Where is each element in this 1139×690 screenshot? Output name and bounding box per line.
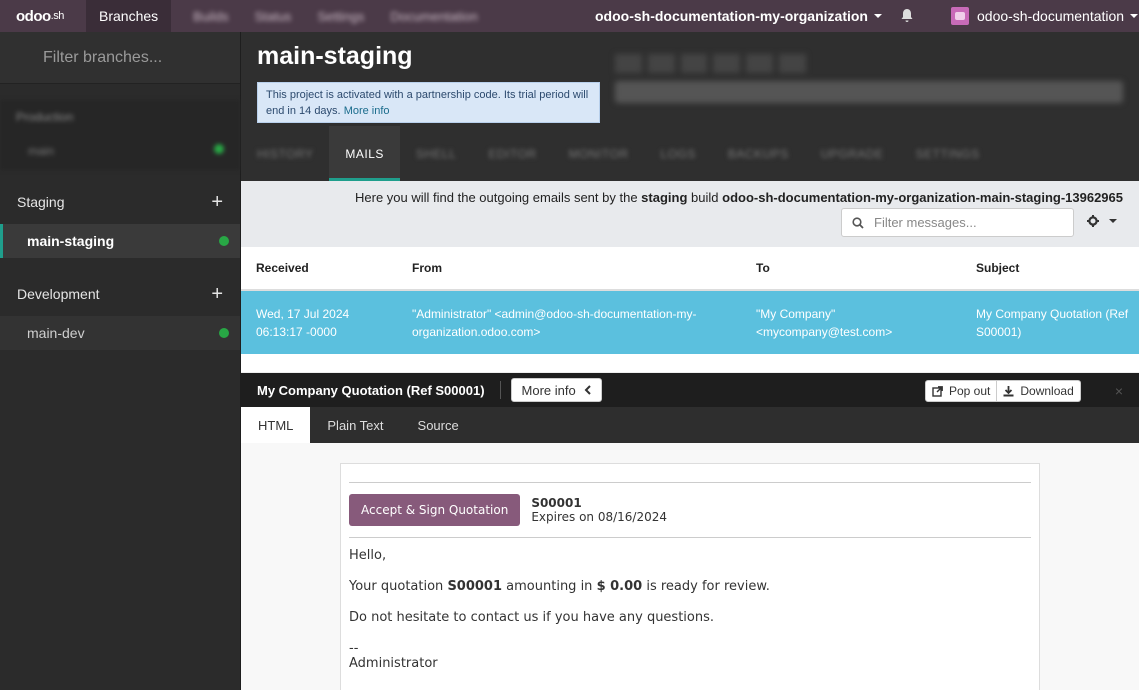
nav-item[interactable]: Status (255, 9, 292, 24)
tab-upgrade[interactable]: UPGRADE (805, 126, 900, 181)
mail-detail-bar: My Company Quotation (Ref S00001) More i… (241, 373, 1139, 407)
production-section: Production main (0, 100, 240, 170)
staging-header: Staging + (17, 191, 223, 213)
quotation-ref: S00001 (531, 496, 582, 510)
nav-item[interactable]: Builds (193, 9, 228, 24)
user-menu[interactable]: odoo-sh-documentation (951, 0, 1139, 32)
sidebar-item-main-staging[interactable]: main-staging (0, 224, 240, 258)
top-navbar: odoo .sh Branches Builds Status Settings … (0, 0, 1139, 32)
download-icon (1003, 385, 1014, 396)
caret-down-icon (1109, 219, 1117, 223)
trial-notice: This project is activated with a partner… (257, 82, 600, 123)
nav-blurred-items: Builds Status Settings Documentation (193, 9, 478, 24)
signature: Administrator (349, 656, 438, 671)
download-button[interactable]: Download (997, 380, 1081, 402)
nav-branches[interactable]: Branches (86, 0, 172, 32)
sidebar: Filter branches... Production main Stagi… (0, 32, 241, 690)
add-development-icon[interactable]: + (211, 284, 223, 304)
status-dot (219, 236, 229, 246)
nav-item[interactable]: Documentation (390, 9, 477, 24)
tab-shell[interactable]: SHELL (400, 126, 473, 181)
status-dot (214, 144, 224, 154)
tab-backups[interactable]: BACKUPS (712, 126, 805, 181)
branch-tabs: HISTORY MAILS SHELL EDITOR MONITOR LOGS … (241, 126, 996, 181)
filter-branches-input[interactable]: Filter branches... (0, 32, 240, 84)
tab-monitor[interactable]: MONITOR (553, 126, 645, 181)
tab-history[interactable]: HISTORY (241, 126, 329, 181)
caret-down-icon (873, 14, 882, 18)
avatar (951, 7, 969, 25)
filter-messages-input[interactable]: Filter messages... (841, 208, 1074, 237)
page-title: main-staging (257, 42, 413, 70)
add-staging-icon[interactable]: + (211, 192, 223, 212)
tab-plain-text[interactable]: Plain Text (310, 407, 400, 443)
tab-source[interactable]: Source (401, 407, 476, 443)
mail-detail-title: My Company Quotation (Ref S00001) (241, 381, 501, 399)
mails-table: Received From To Subject Wed, 17 Jul 202… (241, 247, 1139, 373)
detail-actions: Pop out Download (925, 380, 1081, 402)
tab-html[interactable]: HTML (241, 407, 311, 443)
pop-out-button[interactable]: Pop out (925, 380, 998, 402)
blurred-connection-panel (615, 54, 1123, 112)
signature-separator: -- (349, 641, 359, 656)
tab-mails[interactable]: MAILS (329, 126, 400, 181)
accept-sign-button[interactable]: Accept & Sign Quotation (349, 494, 521, 526)
view-tabs: HTML Plain Text Source (241, 407, 1139, 443)
gear-icon (1087, 215, 1099, 227)
more-info-link[interactable]: More info (344, 105, 390, 117)
branch-header: main-staging This project is activated w… (241, 32, 1139, 181)
odoo-sh-logo[interactable]: odoo .sh (0, 0, 86, 32)
more-info-button[interactable]: More info (510, 378, 602, 402)
search-icon (852, 216, 864, 229)
chevron-left-icon (584, 385, 591, 395)
settings-dropdown[interactable] (1087, 215, 1117, 227)
tab-logs[interactable]: LOGS (645, 126, 712, 181)
contact-line: Do not hesitate to contact us if you hav… (349, 610, 715, 625)
email-body: Accept & Sign Quotation S00001 Expires o… (340, 463, 1040, 690)
sidebar-item-main-dev[interactable]: main-dev (0, 316, 240, 350)
table-row[interactable]: Wed, 17 Jul 2024 06:13:17 -0000 "Adminis… (241, 291, 1139, 354)
table-header: Received From To Subject (241, 247, 1139, 291)
mails-info-text: Here you will find the outgoing emails s… (355, 190, 1123, 205)
tab-settings[interactable]: SETTINGS (900, 126, 996, 181)
sidebar-item-production[interactable]: main (28, 144, 224, 158)
status-dot (219, 328, 229, 338)
mails-toolbar: Here you will find the outgoing emails s… (241, 181, 1139, 247)
project-selector[interactable]: odoo-sh-documentation-my-organization (595, 0, 882, 32)
bell-icon[interactable] (900, 8, 914, 24)
quotation-line: Your quotation S00001 amounting in $ 0.0… (349, 579, 770, 594)
tab-editor[interactable]: EDITOR (472, 126, 552, 181)
greeting: Hello, (349, 548, 387, 563)
expiry-date: Expires on 08/16/2024 (531, 510, 667, 524)
close-icon[interactable]: × (1115, 383, 1123, 399)
nav-item[interactable]: Settings (317, 9, 364, 24)
email-preview: Accept & Sign Quotation S00001 Expires o… (241, 443, 1139, 690)
external-link-icon (932, 385, 943, 397)
caret-down-icon (1130, 14, 1139, 18)
development-header: Development + (17, 283, 223, 305)
